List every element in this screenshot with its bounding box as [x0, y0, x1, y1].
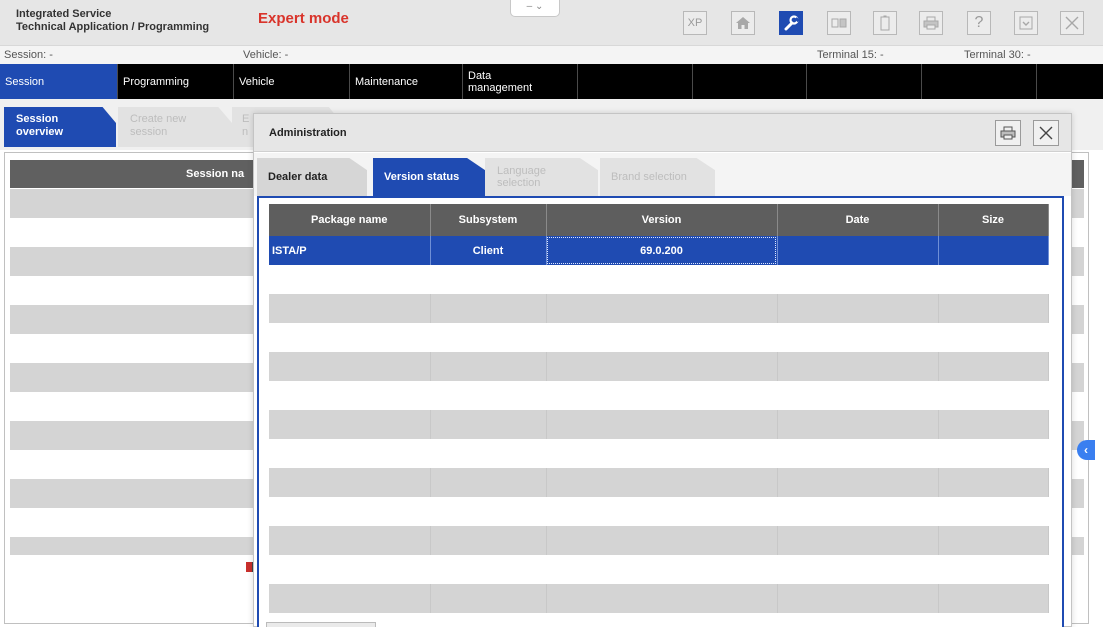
tab-session-overview[interactable]: Session overview: [4, 107, 116, 147]
print-button[interactable]: [919, 11, 943, 35]
nav-vehicle[interactable]: Vehicle: [234, 64, 350, 99]
dropdown-handle[interactable]: – ⌄: [510, 0, 560, 17]
terminal15-status: Terminal 15: -: [817, 49, 884, 61]
app-title-line1: Integrated Service: [16, 8, 112, 20]
nav-maintenance-label: Maintenance: [355, 75, 418, 88]
close-icon: [1065, 16, 1079, 30]
cell-date: [777, 236, 939, 265]
column-size[interactable]: Size: [938, 204, 1049, 236]
tab-language-line1: Language: [497, 165, 546, 177]
table-row[interactable]: [269, 555, 1049, 584]
home-icon: [736, 17, 750, 29]
cell-package: ISTA/P: [269, 236, 431, 265]
cell-size: [938, 236, 1049, 265]
column-date[interactable]: Date: [777, 204, 939, 236]
dialog-close-button[interactable]: [1033, 120, 1059, 146]
cell-subsystem: Client: [430, 236, 547, 265]
table-row[interactable]: ISTA/P Client 69.0.200: [269, 236, 1049, 265]
table-row[interactable]: [269, 323, 1049, 352]
column-subsystem[interactable]: Subsystem: [430, 204, 547, 236]
vehicle-status: Vehicle: -: [243, 49, 289, 61]
main-navigation: Session Programming Vehicle Maintenance …: [0, 64, 1103, 99]
tab-language-line2: selection: [497, 177, 541, 189]
session-name-column[interactable]: Session na: [186, 168, 244, 180]
table-row[interactable]: [269, 584, 1049, 613]
xp-label: XP: [687, 17, 703, 29]
version-table: Package name Subsystem Version Date Size…: [269, 204, 1049, 613]
nav-maintenance[interactable]: Maintenance: [350, 64, 463, 99]
tab-brand-selection-label: Brand selection: [611, 171, 687, 183]
nav-programming-label: Programming: [123, 75, 190, 88]
terminal30-status: Terminal 30: -: [964, 49, 1031, 61]
nav-empty-1: [578, 64, 693, 99]
table-row[interactable]: [269, 352, 1049, 381]
nav-session-label: Session: [5, 75, 45, 88]
nav-empty-4: [922, 64, 1037, 99]
nav-data-line2: management: [468, 81, 533, 94]
tab-language-selection[interactable]: Language selection: [485, 158, 598, 196]
close-icon: [1039, 126, 1053, 140]
nav-empty-3: [807, 64, 922, 99]
battery-button[interactable]: [873, 11, 897, 35]
tab-create-new-session[interactable]: Create new session: [118, 107, 232, 147]
status-info-bar: Session: - Vehicle: - Terminal 15: - Ter…: [0, 45, 1103, 64]
help-icon: ?: [974, 14, 984, 31]
help-button[interactable]: ?: [967, 11, 991, 35]
dialog-bottom-tab[interactable]: [266, 622, 376, 627]
app-title-line2: Technical Application / Programming: [16, 21, 210, 33]
collapse-arrow-icon[interactable]: ‹: [1077, 440, 1095, 460]
table-row[interactable]: [269, 381, 1049, 410]
table-row[interactable]: [269, 439, 1049, 468]
tab-version-status-label: Version status: [384, 171, 460, 183]
column-package-name[interactable]: Package name: [269, 204, 431, 236]
close-button[interactable]: [1060, 11, 1084, 35]
nav-session[interactable]: Session: [0, 64, 118, 99]
tab-dealer-data[interactable]: Dealer data: [257, 158, 367, 196]
nav-programming[interactable]: Programming: [118, 64, 234, 99]
tab-create-line2: session: [130, 126, 168, 138]
tab-dealer-data-label: Dealer data: [268, 171, 328, 183]
minimize-icon: [1019, 16, 1033, 30]
version-table-frame: Package name Subsystem Version Date Size…: [257, 196, 1064, 627]
minimize-button[interactable]: [1014, 11, 1038, 35]
column-version[interactable]: Version: [546, 204, 778, 236]
wrench-icon: [784, 15, 799, 31]
display-button[interactable]: [827, 11, 851, 35]
title-bar: Integrated Service Technical Application…: [0, 0, 1103, 45]
flag-icon: [246, 562, 253, 572]
table-row[interactable]: [269, 526, 1049, 555]
home-button[interactable]: [731, 11, 755, 35]
session-status: Session: -: [4, 49, 53, 61]
tab-session-overview-line1: Session: [16, 113, 59, 125]
nav-data-line1: Data: [468, 69, 492, 82]
nav-empty-2: [693, 64, 807, 99]
table-header-row: Package name Subsystem Version Date Size: [269, 204, 1049, 236]
tab-brand-selection[interactable]: Brand selection: [600, 158, 715, 196]
tab-session-overview-line2: overview: [16, 126, 64, 138]
administration-dialog: Administration Dealer data Version statu…: [253, 113, 1072, 627]
table-row[interactable]: [269, 497, 1049, 526]
table-row[interactable]: [269, 410, 1049, 439]
expert-mode-label: Expert mode: [258, 10, 349, 27]
nav-data-management[interactable]: Data management: [463, 64, 578, 99]
battery-icon: [880, 15, 890, 31]
table-row[interactable]: [269, 265, 1049, 294]
dialog-print-button[interactable]: [995, 120, 1021, 146]
tab-create-line1: Create new: [130, 113, 187, 125]
nav-vehicle-label: Vehicle: [239, 75, 275, 88]
table-row[interactable]: [269, 468, 1049, 497]
printer-icon: [923, 16, 939, 30]
cell-version: 69.0.200: [546, 236, 778, 265]
printer-icon: [1000, 126, 1016, 140]
app-title: Integrated Service Technical Application…: [16, 8, 209, 34]
table-row[interactable]: [269, 294, 1049, 323]
dialog-tabs: Dealer data Version status Language sele…: [254, 153, 1071, 196]
dialog-header: Administration: [254, 114, 1071, 152]
dialog-title: Administration: [269, 127, 347, 139]
display-icon: [831, 18, 847, 28]
wrench-button[interactable]: [779, 11, 803, 35]
tab-version-status[interactable]: Version status: [373, 158, 485, 196]
xp-button[interactable]: XP: [683, 11, 707, 35]
